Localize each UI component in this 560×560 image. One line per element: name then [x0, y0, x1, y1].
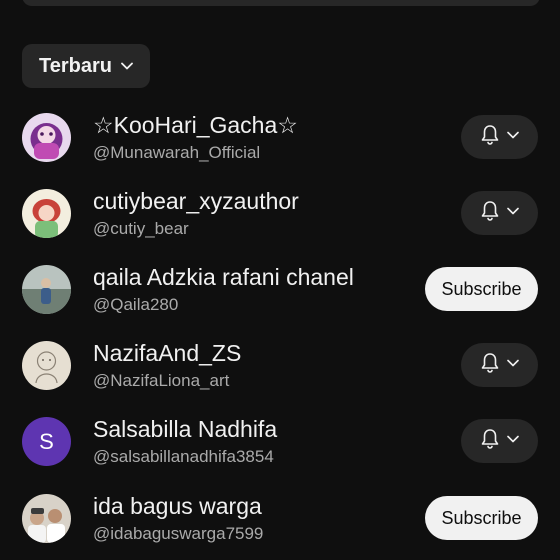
avatar[interactable]	[22, 341, 71, 390]
chevron-down-icon	[506, 432, 520, 451]
subscribe-button[interactable]: Subscribe	[425, 496, 538, 540]
channel-row[interactable]: qaila Adzkia rafani chanel @Qaila280 Sub…	[0, 252, 560, 328]
channel-name: ida bagus warga	[93, 493, 262, 519]
channel-handle: @NazifaLiona_art	[93, 371, 230, 390]
avatar[interactable]	[22, 494, 71, 543]
avatar[interactable]	[22, 265, 71, 314]
channel-handle: @salsabillanadhifa3854	[93, 447, 274, 466]
avatar-letter: S	[39, 428, 54, 454]
channel-handle: @cutiy_bear	[93, 219, 189, 238]
sort-label: Terbaru	[39, 54, 112, 77]
notification-button[interactable]	[461, 191, 538, 235]
bell-icon	[480, 428, 500, 455]
avatar[interactable]	[22, 113, 71, 162]
subscriptions-page: Terbaru ☆KooHari_Gacha☆ @Munawarah_Offic…	[0, 0, 560, 560]
channel-name: qaila Adzkia rafani chanel	[93, 264, 354, 290]
sort-dropdown[interactable]: Terbaru	[22, 44, 150, 88]
channel-name: Salsabilla Nadhifa	[93, 416, 278, 442]
chevron-down-icon	[506, 356, 520, 375]
subscribe-button[interactable]: Subscribe	[425, 267, 538, 311]
channel-name: NazifaAnd_ZS	[93, 340, 242, 366]
notification-button[interactable]	[461, 343, 538, 387]
bell-icon	[480, 200, 500, 227]
channel-row[interactable]: cutiybear_xyzauthor @cutiy_bear	[0, 176, 560, 252]
channel-row[interactable]: ☆KooHari_Gacha☆ @Munawarah_Official	[0, 100, 560, 176]
channel-handle: @Qaila280	[93, 295, 179, 314]
channel-handle: @idabaguswarga7599	[93, 524, 264, 543]
channel-handle: @Munawarah_Official	[93, 143, 261, 162]
channel-row[interactable]: NazifaAnd_ZS @NazifaLiona_art	[0, 328, 560, 404]
channel-row[interactable]: ida bagus warga @idabaguswarga7599 Subsc…	[0, 480, 560, 556]
avatar[interactable]	[22, 189, 71, 238]
avatar[interactable]: S	[22, 417, 71, 466]
notification-button[interactable]	[461, 115, 538, 159]
channel-name: ☆KooHari_Gacha☆	[93, 112, 298, 138]
bell-icon	[480, 124, 500, 151]
chevron-down-icon	[506, 204, 520, 223]
chevron-down-icon	[506, 128, 520, 147]
bell-icon	[480, 352, 500, 379]
chevron-down-icon	[120, 59, 134, 73]
search-bar[interactable]	[22, 0, 540, 6]
channel-row[interactable]: S Salsabilla Nadhifa @salsabillanadhifa3…	[0, 404, 560, 480]
notification-button[interactable]	[461, 419, 538, 463]
channel-name: cutiybear_xyzauthor	[93, 188, 299, 214]
